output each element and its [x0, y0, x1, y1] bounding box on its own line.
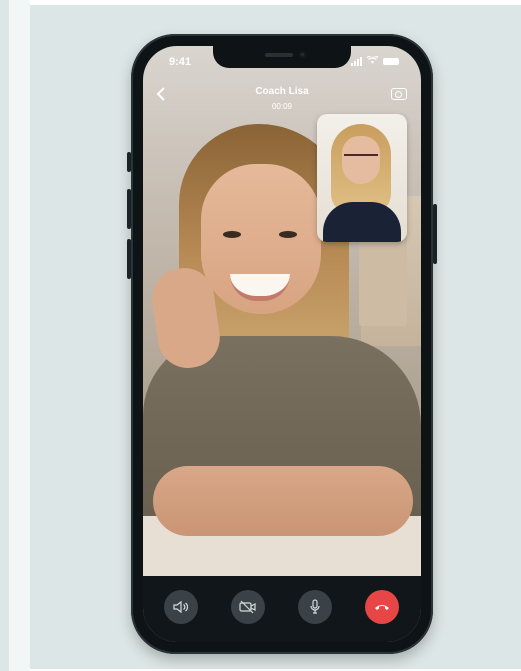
power-button — [433, 204, 437, 264]
person-eye — [279, 231, 297, 238]
switch-camera-icon[interactable] — [391, 88, 407, 100]
volume-up-button — [127, 189, 131, 229]
person-eye — [223, 231, 241, 238]
front-camera — [299, 51, 306, 58]
background-shelf — [359, 231, 407, 326]
pip-person-glasses — [344, 154, 378, 164]
wifi-icon — [366, 54, 379, 67]
caller-name: Coach Lisa — [255, 86, 309, 97]
volume-down-button — [127, 239, 131, 279]
earpiece-speaker — [265, 53, 293, 57]
self-view-video[interactable] — [317, 114, 407, 242]
call-control-bar — [143, 576, 421, 642]
pip-person-body — [323, 202, 401, 242]
mute-button[interactable] — [298, 590, 332, 624]
status-time: 9:41 — [169, 56, 192, 68]
signal-icon — [351, 57, 362, 66]
mute-switch — [127, 152, 131, 172]
phone-frame: 9:41 Coach Lisa 00:09 — [127, 34, 437, 654]
speaker-button[interactable] — [164, 590, 198, 624]
background-gap — [9, 0, 30, 671]
phone-screen: 9:41 Coach Lisa 00:09 — [143, 46, 421, 642]
status-icons — [351, 54, 399, 67]
background-strip-left — [0, 0, 9, 671]
notch — [213, 46, 351, 68]
hang-up-icon — [375, 605, 389, 610]
video-off-icon — [239, 600, 256, 614]
person-arm — [153, 466, 413, 536]
speaker-icon — [173, 600, 189, 614]
camera-toggle-button[interactable] — [231, 590, 265, 624]
end-call-button[interactable] — [365, 590, 399, 624]
call-duration: 00:09 — [271, 102, 293, 111]
battery-icon — [383, 58, 399, 65]
mic-icon — [310, 599, 320, 614]
